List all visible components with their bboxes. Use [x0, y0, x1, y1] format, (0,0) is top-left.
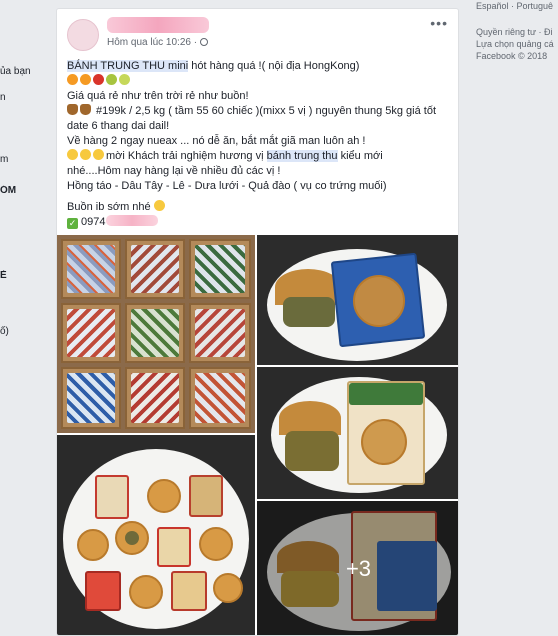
more-photos-overlay[interactable]: +3	[257, 501, 458, 635]
emoji-row	[67, 74, 452, 89]
ad-choices-link[interactable]: Lựa chọn quảng cá	[476, 38, 554, 50]
left-sidebar-item[interactable]: m	[0, 154, 44, 165]
post-text: BÁNH TRUNG THU mini hót hàng quá !( nội …	[67, 59, 452, 230]
avatar[interactable]	[67, 19, 99, 51]
money-bag-icon	[80, 104, 91, 115]
photo-mooncake-blue[interactable]	[257, 235, 458, 365]
photo-mooncake-more[interactable]: +3	[257, 501, 458, 635]
photo-boxes[interactable]	[57, 235, 255, 433]
privacy-link[interactable]: Quyền riêng tư · Đi	[476, 26, 553, 38]
strawberry-icon	[93, 74, 104, 85]
left-sidebar-item[interactable]: ố)	[0, 326, 44, 337]
hashtag-link[interactable]: bánh trung thu	[266, 150, 338, 162]
post-line: Buồn ib sớm nhé	[67, 201, 154, 213]
photo-grid: +3	[57, 235, 458, 635]
left-sidebar-item[interactable]: Ẻ	[0, 270, 44, 281]
post-line: Giá quá rẻ như trên trời rẻ như buồn!	[67, 90, 249, 102]
post-timestamp[interactable]: Hôm qua lúc 10:26 ·	[107, 37, 209, 48]
smile-icon	[93, 149, 104, 160]
post-line: Về hàng 2 ngay nueax ... nó dễ ăn, bắt m…	[67, 135, 366, 147]
post-line: date 6 thang dai dail!	[67, 120, 170, 132]
phone-redacted	[105, 215, 158, 226]
post-line: nhé....Hôm nay hàng lại về nhiều đủ các …	[67, 165, 281, 177]
melon-icon	[119, 74, 130, 85]
photo-mooncake-green[interactable]	[257, 367, 458, 499]
photo-plate[interactable]	[57, 435, 255, 635]
post-card: Hôm qua lúc 10:26 · ••• BÁNH TRUNG THU m…	[56, 8, 459, 636]
smile-icon	[80, 149, 91, 160]
orange-icon	[67, 74, 78, 85]
left-sidebar: ủa bạn n m ÓM Ẻ ố)	[0, 0, 46, 636]
language-links[interactable]: Español · Portuguê	[476, 0, 553, 12]
hashtag-link[interactable]: BÁNH TRUNG THU mini	[67, 60, 189, 72]
orange-icon	[80, 74, 91, 85]
author-name-redacted[interactable]	[107, 17, 209, 33]
wink-icon	[153, 200, 165, 211]
money-bag-icon	[67, 104, 78, 115]
post-line: mời Khách trải nghiệm hương vị	[106, 150, 267, 162]
post-line: kiểu mới	[337, 150, 383, 162]
copyright-text: Facebook © 2018	[476, 51, 548, 61]
pear-icon	[106, 74, 117, 85]
left-sidebar-item[interactable]: ÓM	[0, 185, 44, 196]
left-sidebar-item[interactable]: n	[0, 92, 44, 103]
checkmark-icon: ✓	[67, 218, 78, 229]
post-line: hót hàng quá !( nội địa HongKong)	[188, 60, 360, 72]
left-sidebar-item[interactable]: ủa bạn	[0, 66, 44, 77]
post-line: #199k / 2,5 kg ( tầm 55 60 chiếc )(mixx …	[93, 105, 437, 117]
more-options-icon[interactable]: •••	[430, 15, 448, 31]
post-line: Hồng táo - Dâu Tây - Lê - Dưa lưới - Quả…	[67, 180, 387, 192]
timestamp-text: Hôm qua lúc 10:26 ·	[107, 37, 198, 48]
smile-icon	[67, 149, 78, 160]
phone-number: 0974	[78, 216, 106, 228]
globe-icon	[200, 38, 209, 46]
right-sidebar: Español · Portuguê Quyền riêng tư · Đi L…	[470, 0, 558, 100]
